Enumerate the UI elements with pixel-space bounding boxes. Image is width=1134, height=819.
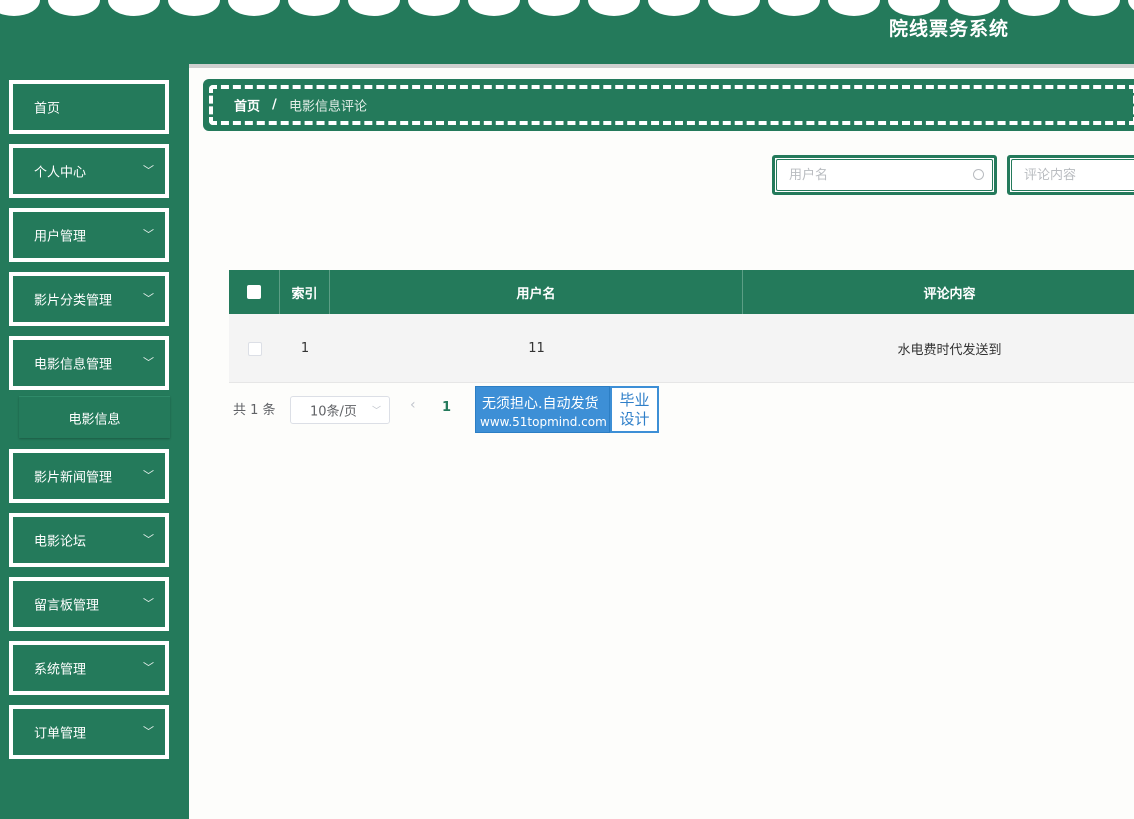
sidebar-item-system-management[interactable]: 系统管理 ﹀ xyxy=(9,641,169,695)
search-icon[interactable] xyxy=(973,169,984,180)
chevron-down-icon: ﹀ xyxy=(143,228,154,242)
username-search-input[interactable] xyxy=(789,166,959,184)
sidebar-item-label: 电影论坛 xyxy=(34,534,87,550)
username-search-box xyxy=(772,155,997,195)
cell-username: 11 xyxy=(528,341,545,356)
chevron-down-icon: ﹀ xyxy=(143,292,154,306)
sidebar-subitem-movie-info[interactable]: 电影信息 xyxy=(19,396,170,438)
watermark-right-line1: 毕业 xyxy=(619,391,650,409)
chevron-down-icon: ﹀ xyxy=(143,661,154,675)
sidebar-item-movie-news[interactable]: 影片新闻管理 ﹀ xyxy=(9,449,169,503)
cell-comment: 水电费时代发送到 xyxy=(897,343,1002,358)
breadcrumb-separator: / xyxy=(272,97,277,113)
pagination-total: 共 1 条 xyxy=(233,403,276,418)
header-divider xyxy=(189,64,1134,68)
sidebar-item-label: 留言板管理 xyxy=(34,598,100,614)
table-header: 索引 用户名 评论内容 xyxy=(229,270,1134,314)
page-number-current[interactable]: 1 xyxy=(442,400,451,415)
comment-search-input[interactable] xyxy=(1024,166,1134,184)
header-comment: 评论内容 xyxy=(923,286,976,302)
page-size-value: 10条/页 xyxy=(310,404,357,420)
sidebar-item-message-board[interactable]: 留言板管理 ﹀ xyxy=(9,577,169,631)
chevron-down-icon: ﹀ xyxy=(143,356,154,370)
row-checkbox[interactable] xyxy=(247,341,262,356)
breadcrumb-current: 电影信息评论 xyxy=(289,99,368,115)
sidebar-item-label: 首页 xyxy=(34,101,61,117)
prev-page-button[interactable]: ‹ xyxy=(410,397,416,413)
cell-index: 1 xyxy=(300,341,310,356)
sidebar-item-label: 影片分类管理 xyxy=(34,293,113,309)
comments-table: 索引 用户名 评论内容 1 11 水电费时代发送到 xyxy=(229,270,1134,383)
comment-search-box xyxy=(1007,155,1134,195)
row-select-cell xyxy=(229,314,280,383)
chevron-down-icon: ﹀ xyxy=(143,533,154,547)
top-header: 院线票务系统 xyxy=(0,0,1134,64)
select-all-checkbox[interactable] xyxy=(247,285,261,299)
chevron-down-icon: ﹀ xyxy=(143,164,154,178)
page-size-select[interactable]: 10条/页 ﹀ xyxy=(290,396,390,424)
sidebar-item-label: 个人中心 xyxy=(34,165,87,181)
sidebar-item-label: 电影信息管理 xyxy=(34,357,113,373)
header-index: 索引 xyxy=(280,270,330,314)
sidebar-item-home[interactable]: 首页 xyxy=(9,80,169,134)
chevron-down-icon: ﹀ xyxy=(143,469,154,483)
header-username: 用户名 xyxy=(330,270,743,314)
sidebar-item-label: 用户管理 xyxy=(34,229,87,245)
app-title: 院线票务系统 xyxy=(888,18,1009,40)
breadcrumb: 首页 / 电影信息评论 xyxy=(203,79,1134,131)
table-row[interactable]: 1 11 水电费时代发送到 xyxy=(229,314,1134,383)
header-select-all-cell xyxy=(229,270,280,314)
watermark-text-line1: 无须担心.自动发货 xyxy=(482,396,599,412)
chevron-down-icon: ﹀ xyxy=(371,406,381,417)
breadcrumb-home-link[interactable]: 首页 xyxy=(234,96,260,115)
chevron-down-icon: ﹀ xyxy=(143,725,154,739)
sidebar-item-movie-category[interactable]: 影片分类管理 ﹀ xyxy=(9,272,169,326)
sidebar-subitem-label: 电影信息 xyxy=(68,412,121,427)
chevron-down-icon: ﹀ xyxy=(143,597,154,611)
sidebar-item-label: 系统管理 xyxy=(34,662,87,678)
watermark-right-line2: 设计 xyxy=(619,410,650,428)
sidebar-item-movie-forum[interactable]: 电影论坛 ﹀ xyxy=(9,513,169,567)
sidebar-item-personal-center[interactable]: 个人中心 ﹀ xyxy=(9,144,169,198)
sidebar-item-user-management[interactable]: 用户管理 ﹀ xyxy=(9,208,169,262)
watermark-text-line2: www.51topmind.com xyxy=(480,415,607,429)
sidebar-item-label: 影片新闻管理 xyxy=(34,470,113,486)
watermark-badge: 无须担心.自动发货 www.51topmind.com 毕业 设计 xyxy=(475,386,659,433)
sidebar-item-movie-info[interactable]: 电影信息管理 ﹀ xyxy=(9,336,169,390)
sidebar-item-label: 订单管理 xyxy=(34,726,87,742)
sidebar-item-order-management[interactable]: 订单管理 ﹀ xyxy=(9,705,169,759)
